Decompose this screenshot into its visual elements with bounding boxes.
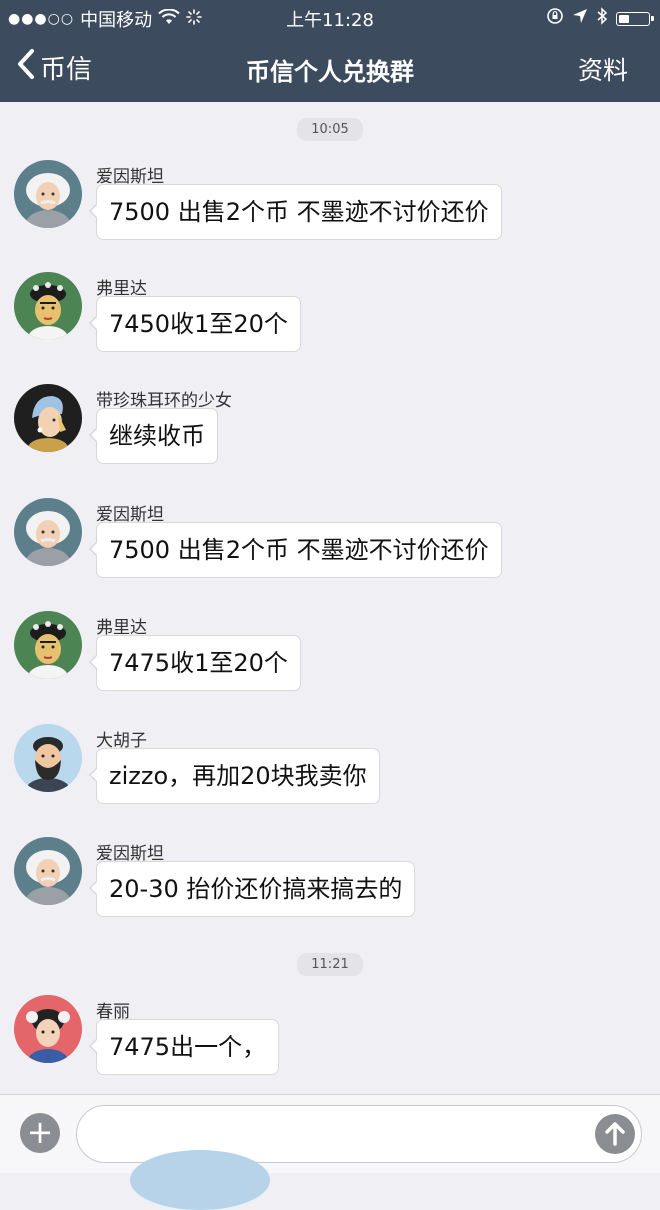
chun-li-avatar[interactable] <box>14 995 82 1063</box>
chat-message: 爱因斯坦 7500 出售2个币 不墨迹不讨价还价 <box>14 498 634 598</box>
chat-message: 大胡子 zizzo，再加20块我卖你 <box>14 724 634 824</box>
send-button[interactable] <box>595 1114 635 1154</box>
add-attachment-button[interactable]: + <box>20 1113 60 1153</box>
rotation-lock-icon <box>546 7 564 30</box>
timestamp-label: 10:05 <box>297 118 363 141</box>
timestamp: 11:21 <box>0 953 660 976</box>
status-right <box>546 7 654 30</box>
arrow-up-icon <box>595 1122 635 1158</box>
bluetooth-icon <box>596 7 608 30</box>
status-bar: ●●●○○ 中国移动 上午11:28 <box>0 0 660 34</box>
message-bubble[interactable]: zizzo，再加20块我卖你 <box>89 748 380 804</box>
battery-icon <box>616 11 654 26</box>
bearded-man-avatar[interactable] <box>14 724 82 792</box>
message-bubble[interactable]: 7500 出售2个币 不墨迹不讨价还价 <box>89 522 502 578</box>
message-bubble[interactable]: 20-30 抬价还价搞来搞去的 <box>88 861 416 917</box>
pearl-earring-girl-avatar[interactable] <box>14 384 82 452</box>
einstein-avatar[interactable] <box>14 498 82 566</box>
message-bubble[interactable]: 7450收1至20个 <box>89 296 301 352</box>
nav-bar: 币信 币信个人兑换群 资料 <box>0 34 660 102</box>
floating-bubble <box>130 1150 270 1210</box>
input-bar: + <box>0 1094 660 1173</box>
chat-message: 爱因斯坦 7500 出售2个币 不墨迹不讨价还价 <box>14 160 634 260</box>
chat-message: 爱因斯坦 20-30 抬价还价搞来搞去的 <box>14 837 634 937</box>
timestamp: 10:05 <box>0 118 660 141</box>
chat-message: 弗里达 7475收1至20个 <box>14 611 634 711</box>
frida-avatar[interactable] <box>14 611 82 679</box>
chat-message: 春丽 7475出一个， <box>14 995 634 1095</box>
page-title: 币信个人兑换群 <box>246 58 414 86</box>
chat-message: 弗里达 7450收1至20个 <box>14 272 634 372</box>
einstein-avatar[interactable] <box>14 837 82 905</box>
message-bubble[interactable]: 7475收1至20个 <box>89 635 301 691</box>
frida-avatar[interactable] <box>14 272 82 340</box>
location-arrow-icon <box>572 8 588 29</box>
message-bubble[interactable]: 7500 出售2个币 不墨迹不讨价还价 <box>89 184 502 240</box>
message-bubble[interactable]: 7475出一个， <box>88 1019 280 1075</box>
message-bubble[interactable]: 继续收币 <box>89 408 218 464</box>
plus-icon: + <box>26 1113 54 1151</box>
einstein-avatar[interactable] <box>14 160 82 228</box>
profile-button[interactable]: 资料 <box>578 51 628 87</box>
timestamp-label: 11:21 <box>297 953 363 976</box>
chat-message: 带珍珠耳环的少女 继续收币 <box>14 384 634 484</box>
